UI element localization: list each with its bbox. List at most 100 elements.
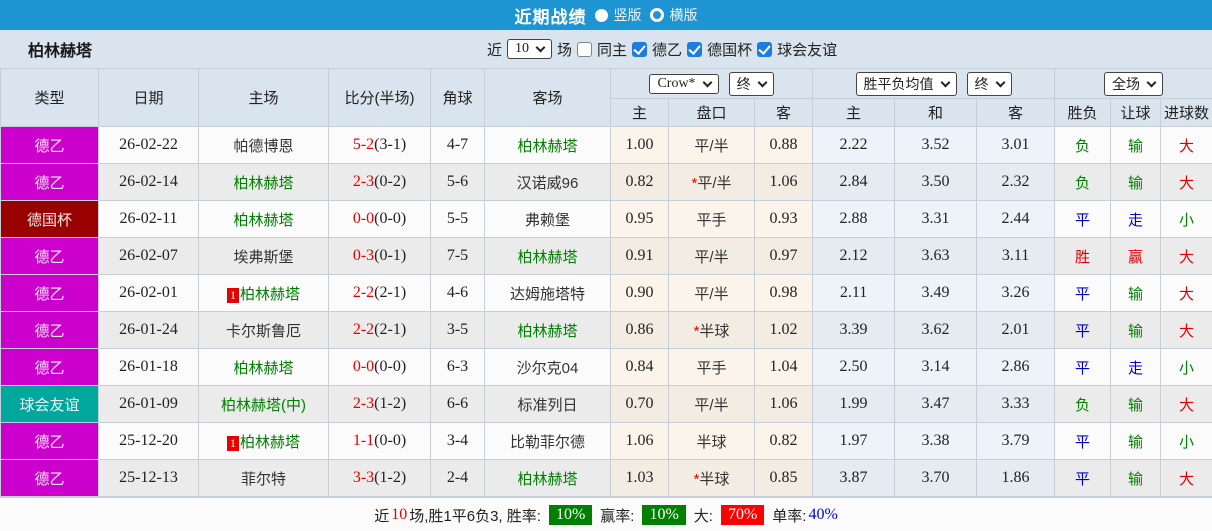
team-name: 柏林赫塔 — [28, 43, 93, 60]
avg-odds-select[interactable]: 胜平负均值 — [855, 71, 957, 96]
radio-selected-icon[interactable] — [594, 8, 608, 22]
radio-horizontal-label: 横版 — [669, 7, 698, 23]
bookmaker-select[interactable]: Crow* — [649, 73, 719, 94]
match-type: 德乙 — [0, 274, 99, 312]
avg-odds-select-value: 胜平负均值 — [863, 77, 934, 93]
halftime-score: (2-1) — [374, 321, 407, 338]
avg-away: 2.32 — [976, 163, 1056, 201]
home-team: 1 柏林赫塔 — [198, 274, 329, 312]
home-team: 柏林赫塔 — [198, 348, 329, 386]
result-wdl: 负 — [1054, 126, 1112, 164]
corners: 4-6 — [430, 274, 485, 312]
layout-radio-vertical[interactable]: 竖版 — [594, 5, 642, 25]
single-rate-value: 40% — [808, 506, 838, 523]
match-count-select[interactable]: 10 — [507, 39, 553, 59]
summary-prefix: 近 — [374, 507, 390, 525]
halftime-score: (0-1) — [374, 247, 407, 264]
chevron-down-icon — [702, 77, 713, 87]
result-goals: 小 — [1160, 200, 1212, 238]
home-team: 柏林赫塔(中) — [198, 385, 329, 423]
home-team: 菲尔特 — [198, 459, 329, 497]
score: 0-3(0-1) — [328, 237, 431, 275]
avg-group-header: 胜平负均值 终 — [812, 68, 1056, 99]
halftime-score: (2-1) — [374, 284, 407, 301]
odds-away: 0.85 — [753, 459, 814, 497]
avg-home: 1.99 — [812, 385, 896, 423]
match-date: 26-02-14 — [98, 163, 199, 201]
match-type: 德乙 — [0, 126, 99, 164]
radio-vertical-label: 竖版 — [613, 7, 642, 23]
league3-checkbox[interactable] — [757, 41, 773, 57]
avg-home: 2.84 — [812, 163, 896, 201]
league1-label: 德乙 — [652, 41, 683, 59]
league2-checkbox[interactable] — [687, 41, 703, 57]
home-team: 柏林赫塔 — [198, 163, 329, 201]
same-home-checkbox[interactable] — [577, 41, 593, 57]
away-team-name: 柏林赫塔 — [517, 137, 578, 155]
result-wdl: 平 — [1054, 200, 1112, 238]
summary-count: 10 — [391, 506, 408, 523]
avg-home: 3.39 — [812, 311, 896, 349]
avg-home: 2.50 — [812, 348, 896, 386]
profit-rate-badge: 10% — [642, 505, 686, 525]
odds-home: 0.82 — [610, 163, 669, 201]
away-team-name: 弗赖堡 — [524, 211, 570, 229]
away-team: 柏林赫塔 — [484, 459, 611, 497]
odds-time-select-value: 终 — [736, 77, 751, 93]
handicap-line: *平/半 — [668, 163, 755, 201]
avg-time-select-value: 终 — [974, 77, 989, 93]
score: 2-2(2-1) — [328, 311, 431, 349]
avg-home: 2.88 — [812, 200, 896, 238]
result-handicap: 输 — [1110, 163, 1162, 201]
halftime-score: (3-1) — [374, 136, 407, 153]
summary-stats: 场,胜1平6负3, 胜率: — [409, 507, 541, 525]
fulltime-score: 3-3 — [352, 469, 375, 486]
score: 1-1(0-0) — [328, 422, 431, 460]
fulltime-score: 0-0 — [352, 358, 375, 375]
avg-draw: 3.52 — [894, 126, 978, 164]
avg-home: 2.11 — [812, 274, 896, 312]
radio-unselected-icon[interactable] — [649, 8, 664, 22]
result-wdl: 负 — [1054, 385, 1112, 423]
sub-header-odds-home: 主 — [610, 98, 669, 127]
avg-time-select[interactable]: 终 — [966, 71, 1012, 96]
sub-header-odds-away: 客 — [753, 98, 814, 127]
avg-away: 3.26 — [976, 274, 1056, 312]
handicap-text: 半球 — [696, 433, 727, 451]
result-wdl: 平 — [1054, 459, 1112, 497]
table-row: 德乙 26-02-22 帕德博恩 5-2(3-1) 4-7 柏林赫塔 1.00 … — [0, 126, 1212, 164]
handicap-line: 平/半 — [668, 385, 755, 423]
full-match-select[interactable]: 全场 — [1104, 71, 1164, 96]
match-count-value: 10 — [515, 41, 530, 56]
away-team-name: 柏林赫塔 — [517, 470, 578, 488]
avg-draw: 3.63 — [894, 237, 978, 275]
sub-header-handicap: 盘口 — [668, 98, 755, 127]
summary-bar: 近 10 场,胜1平6负3, 胜率: 10% 赢率: 10% 大: 70% 单率… — [0, 497, 1212, 531]
corners: 5-6 — [430, 163, 485, 201]
league2-label: 德国杯 — [707, 41, 753, 59]
league1-checkbox[interactable] — [632, 41, 648, 57]
avg-home: 3.87 — [812, 459, 896, 497]
fulltime-score: 2-2 — [352, 284, 375, 301]
odds-time-select[interactable]: 终 — [728, 71, 774, 96]
match-date: 26-02-01 — [98, 274, 199, 312]
corners: 2-4 — [430, 459, 485, 497]
fulltime-score: 0-0 — [352, 210, 375, 227]
chevron-down-icon — [940, 77, 950, 87]
away-team-name: 比勒菲尔德 — [509, 433, 585, 451]
result-handicap: 输 — [1110, 274, 1162, 312]
fulltime-score: 2-2 — [352, 321, 375, 338]
layout-radio-horizontal[interactable]: 横版 — [649, 5, 698, 25]
halftime-score: (0-0) — [374, 432, 407, 449]
away-team: 柏林赫塔 — [484, 311, 611, 349]
result-wdl: 平 — [1054, 274, 1112, 312]
matches-suffix: 场 — [557, 41, 573, 59]
avg-draw: 3.49 — [894, 274, 978, 312]
table-row: 球会友谊 26-01-09 柏林赫塔(中) 2-3(1-2) 6-6 标准列日 … — [0, 385, 1212, 423]
avg-home: 2.12 — [812, 237, 896, 275]
away-team-name: 沙尔克04 — [516, 359, 579, 377]
recent-results-table: 类型 日期 主场 比分(半场) 角球 客场 Crow* 终 胜平负均值 终 全场… — [0, 68, 1212, 497]
away-team: 弗赖堡 — [484, 200, 611, 238]
odds-home: 0.86 — [610, 311, 669, 349]
fulltime-score: 5-2 — [352, 136, 375, 153]
